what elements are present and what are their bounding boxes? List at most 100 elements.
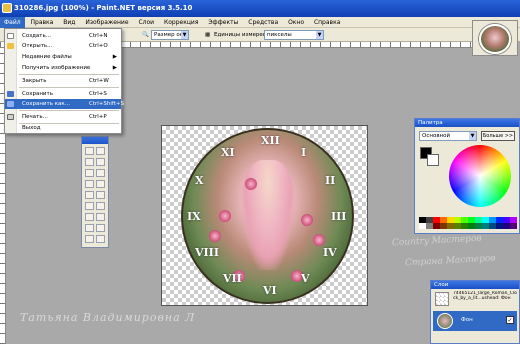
chevron-down-icon: ▼ [181, 31, 188, 39]
menu-edit[interactable]: Правка [27, 17, 58, 28]
menu-separator [19, 110, 119, 111]
image-thumbnail[interactable] [479, 24, 511, 54]
select-tool[interactable] [85, 147, 94, 155]
line-tool[interactable] [96, 213, 105, 221]
ellipse-tool[interactable] [96, 224, 105, 232]
menu-window[interactable]: Окно [284, 17, 308, 28]
units-select-value: пикселы [267, 32, 292, 38]
pencil-tool[interactable] [96, 191, 105, 199]
girl-figure [241, 160, 295, 270]
clock-numeral-10: X [195, 174, 204, 187]
bucket-tool[interactable] [96, 169, 105, 177]
clock-numeral-2: II [325, 174, 336, 187]
menu-item-acquire[interactable]: Получить изображение ▶ [5, 63, 121, 73]
eraser-tool[interactable] [85, 191, 94, 199]
save-icon [7, 91, 14, 97]
palette-mode-value: Основной [422, 133, 451, 139]
menu-image[interactable]: Изображение [81, 17, 132, 28]
palette-panel: Палитра Основной ▼ Больше >> [414, 118, 520, 234]
menu-file[interactable]: Файл [0, 17, 25, 28]
zoom-icon[interactable]: 🔍 [142, 30, 149, 40]
file-thumbnail [435, 292, 449, 306]
freeform-tool[interactable] [96, 235, 105, 243]
secondary-color-swatch[interactable] [427, 154, 439, 166]
clock-numeral-3: III [331, 210, 347, 223]
clock-numeral-4: IV [323, 246, 337, 259]
image-thumbnail-bar [472, 20, 518, 56]
rose [301, 214, 313, 226]
color-swatches[interactable] [419, 217, 517, 229]
rose [245, 178, 257, 190]
menu-help[interactable]: Справка [310, 17, 344, 28]
menu-item-open[interactable]: Открыть... Ctrl+O [5, 41, 121, 51]
watermark: Страна Мастеров [404, 253, 496, 269]
clock-image: XII I II III IV V VI VII VIII IX X XI [181, 128, 354, 304]
save-as-icon [7, 101, 14, 107]
submenu-arrow-icon: ▶ [112, 54, 117, 60]
clock-numeral-1: I [301, 146, 307, 159]
clock-numeral-9: IX [187, 210, 201, 223]
rectangle-tool[interactable] [85, 224, 94, 232]
app-icon [2, 3, 12, 13]
clock-numeral-5: V [301, 272, 310, 285]
menu-item-save[interactable]: Сохранить Ctrl+S [5, 89, 121, 99]
menu-tools[interactable]: Средства [244, 17, 282, 28]
clock-numeral-6: VI [263, 284, 277, 297]
menubar: Файл Правка Вид Изображение Слои Коррекц… [0, 17, 520, 28]
layer-name: Фон [461, 317, 473, 323]
gradient-tool[interactable] [85, 180, 94, 188]
menu-item-new[interactable]: Создать... Ctrl+N [5, 31, 121, 41]
color-wheel[interactable] [449, 145, 511, 207]
layers-title: Слои [431, 281, 519, 289]
rose [209, 230, 221, 242]
chevron-down-icon: ▼ [316, 31, 323, 39]
layer-thumbnail [437, 313, 453, 329]
file-menu-dropdown: Создать... Ctrl+N Открыть... Ctrl+O Недавн… [4, 28, 124, 134]
menu-effects[interactable]: Эффекты [204, 17, 242, 28]
recolor-tool[interactable] [96, 202, 105, 210]
window-titlebar: 310286.jpg (100%) - Paint.NET версия 3.5… [0, 0, 520, 17]
move-tool[interactable] [96, 147, 105, 155]
image-canvas[interactable]: XII I II III IV V VI VII VIII IX X XI [161, 125, 368, 306]
menu-adjustments[interactable]: Коррекция [160, 17, 202, 28]
clock-numeral-11: XI [221, 146, 235, 159]
text-tool[interactable] [85, 213, 94, 221]
chevron-down-icon: ▼ [469, 132, 476, 140]
author-signature: Татьяна Владимировна Л [20, 311, 196, 324]
menu-item-exit[interactable]: Выход [5, 123, 121, 133]
clock-numeral-7: VII [223, 272, 242, 285]
layer-visibility-checkbox[interactable]: ✓ [506, 316, 514, 324]
more-button[interactable]: Больше >> [481, 131, 515, 141]
magic-wand-tool[interactable] [85, 169, 94, 177]
print-icon [7, 114, 14, 120]
rose [313, 234, 325, 246]
rose [219, 210, 231, 222]
lasso-tool[interactable] [85, 158, 94, 166]
window-title: 310286.jpg (100%) - Paint.NET версия 3.5… [14, 4, 193, 12]
menu-item-print[interactable]: Печать... Ctrl+P [5, 112, 121, 122]
watermark: Country Мастеров [391, 233, 482, 249]
clone-tool[interactable] [85, 202, 94, 210]
menu-layers[interactable]: Слои [134, 17, 158, 28]
menu-item-close[interactable]: Закрыть Ctrl+W [5, 76, 121, 86]
zoom-tool[interactable] [96, 158, 105, 166]
menu-separator [19, 74, 119, 75]
zoom-select[interactable]: Размер окн ▼ [151, 30, 189, 40]
layers-panel: Слои 74465121_large_Roman_Clock_by_a_lit… [430, 280, 520, 344]
new-file-icon [7, 33, 14, 39]
menu-view[interactable]: Вид [59, 17, 79, 28]
grid-icon[interactable]: ▦ [205, 30, 210, 40]
rounded-rect-tool[interactable] [85, 235, 94, 243]
menu-item-recent[interactable]: Недавние файлы ▶ [5, 52, 121, 62]
menu-item-save-as[interactable]: Сохранить как... Ctrl+Shift+S [5, 99, 124, 109]
file-caption: 74465121_large_Roman_Clock_by_a_lit...us… [453, 291, 517, 301]
palette-title: Палитра [415, 119, 519, 127]
submenu-arrow-icon: ▶ [112, 65, 117, 71]
clock-numeral-8: VIII [195, 246, 219, 259]
palette-mode-select[interactable]: Основной ▼ [419, 131, 477, 141]
layer-row-background[interactable]: Фон ✓ [433, 311, 517, 331]
brush-tool[interactable] [96, 180, 105, 188]
open-folder-icon [7, 43, 14, 49]
tools-panel-header [82, 137, 108, 144]
units-select[interactable]: пикселы ▼ [264, 30, 324, 40]
